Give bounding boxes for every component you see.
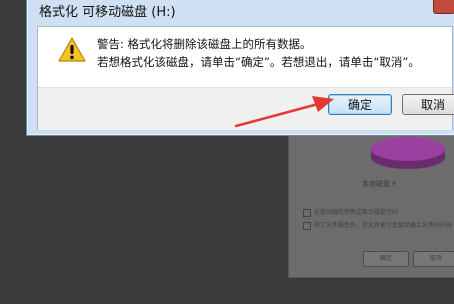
compress-checkbox-row: 在驱动器名称旁边显示磁盘空间 xyxy=(303,207,398,217)
bg-ok-button: 确定 xyxy=(363,251,409,267)
warning-message-line2: 若想格式化该磁盘，请单击“确定”。若想退出，请单击“取消”。 xyxy=(97,55,420,69)
compress-checkbox-label: 在驱动器名称旁边显示磁盘空间 xyxy=(314,209,399,216)
dialog-title-bar[interactable]: 格式化 可移动磁盘 (H:) xyxy=(27,0,454,25)
disk-label: 本地磁盘 F xyxy=(361,180,397,188)
checkbox-box xyxy=(303,208,311,217)
dialog-message-area: 警告: 格式化将删除该磁盘上的所有数据。 若想格式化该磁盘，请单击“确定”。若想… xyxy=(38,27,452,87)
cancel-button[interactable]: 取消 xyxy=(402,94,454,115)
disk-usage-pie-icon xyxy=(371,137,445,169)
index-checkbox-row: 除了文件属性外，还允许索引此驱动器上文件的内容 xyxy=(303,220,452,230)
bg-cancel-button: 取消 xyxy=(413,251,454,267)
warning-icon xyxy=(58,37,86,62)
format-warning-dialog: 格式化 可移动磁盘 (H:) 警告: 格式化将删除该磁盘上的所有数据。 若想格式… xyxy=(26,0,454,136)
dialog-title: 格式化 可移动磁盘 (H:) xyxy=(39,5,176,20)
checkbox-box xyxy=(303,221,311,230)
index-checkbox-label: 除了文件属性外，还允许索引此驱动器上文件的内容 xyxy=(314,222,453,229)
ok-button[interactable]: 确定 xyxy=(328,94,392,115)
dialog-client-area: 警告: 格式化将删除该磁盘上的所有数据。 若想格式化该磁盘，请单击“确定”。若想… xyxy=(37,26,454,130)
close-button[interactable] xyxy=(433,0,454,14)
warning-message-line1: 警告: 格式化将删除该磁盘上的所有数据。 xyxy=(97,37,312,51)
